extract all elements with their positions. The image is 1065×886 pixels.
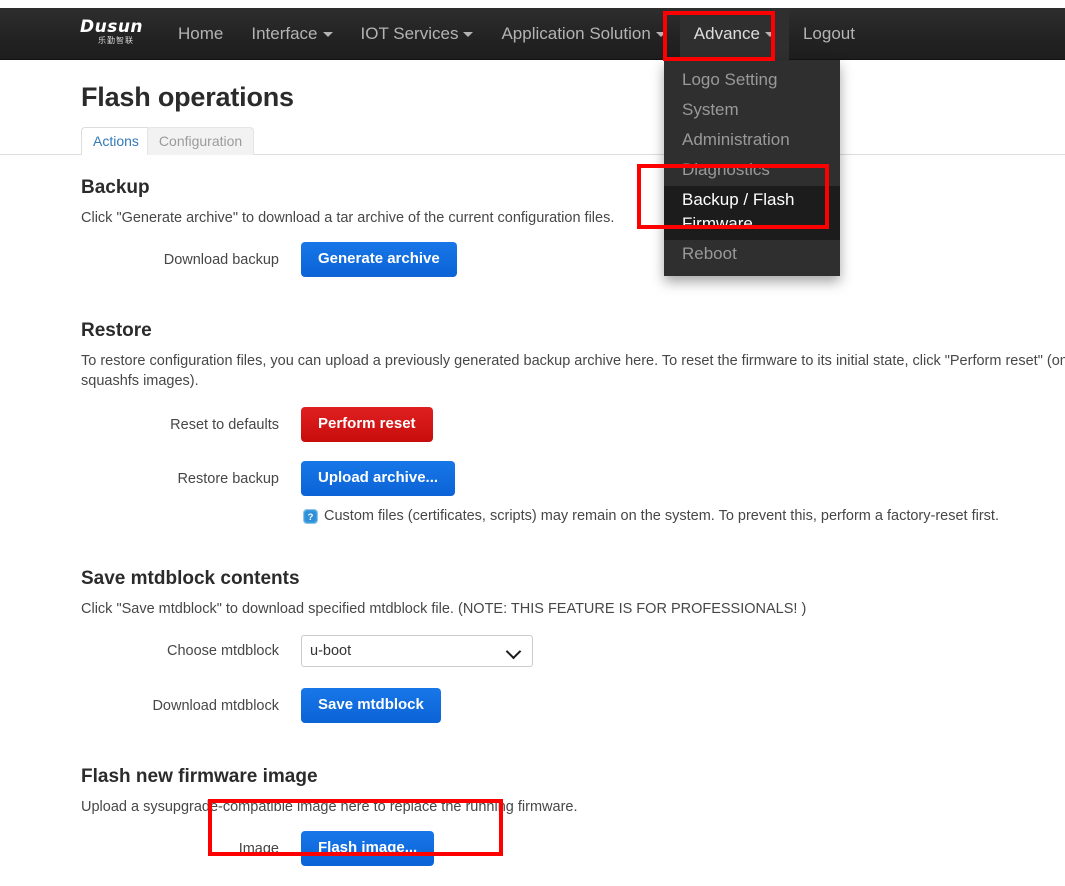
main-navbar: Dusun 乐勤智联 Home Interface IOT Services A…: [0, 7, 1065, 60]
nav-item-interface[interactable]: Interface: [237, 8, 346, 60]
download-backup-label: Download backup: [163, 251, 279, 268]
backup-heading: Backup: [81, 177, 150, 198]
dusun-logo[interactable]: Dusun 乐勤智联: [80, 17, 146, 51]
firmware-description: Upload a sysupgrade-compatible image her…: [81, 799, 578, 815]
dropdown-item-backup-flash-firmware[interactable]: Backup / Flash Firmware: [664, 186, 840, 240]
tab-actions[interactable]: Actions: [81, 127, 151, 155]
firmware-section: Flash new firmware image Upload a sysupg…: [0, 723, 1065, 866]
download-backup-row: Download backup Generate archive: [81, 228, 1065, 277]
svg-text:?: ?: [308, 512, 314, 523]
help-question-icon: ?: [303, 508, 318, 524]
dropdown-item-logo-setting[interactable]: Logo Setting: [664, 66, 840, 96]
restore-backup-row: Restore backup Upload archive...: [81, 442, 1065, 496]
restore-description: To restore configuration files, you can …: [81, 353, 1065, 389]
perform-reset-button[interactable]: Perform reset: [301, 407, 433, 442]
nav-item-label: Home: [178, 23, 224, 43]
restore-backup-label: Restore backup: [177, 470, 279, 487]
download-mtdblock-row: Download mtdblock Save mtdblock: [81, 667, 1065, 723]
restore-help-row: ? Custom files (certificates, scripts) m…: [81, 496, 1065, 524]
image-label: Image: [238, 840, 279, 857]
mtdblock-description: Click "Save mtdblock" to download specif…: [81, 601, 807, 617]
nav-item-label: Advance: [693, 23, 760, 43]
chevron-down-icon: [764, 31, 775, 37]
choose-mtdblock-label: Choose mtdblock: [166, 643, 279, 659]
nav-item-label: Logout: [802, 23, 855, 43]
generate-archive-button[interactable]: Generate archive: [301, 242, 457, 277]
restore-help-text: Custom files (certificates, scripts) may…: [324, 508, 999, 524]
nav-item-label: IOT Services: [360, 23, 459, 43]
chevron-down-icon: [463, 31, 474, 37]
nav-item-advance[interactable]: Advance: [679, 7, 789, 60]
page-title: Flash operations: [81, 82, 294, 112]
page-content: Flash operations Actions Configuration Ba…: [0, 60, 1065, 866]
flash-image-row: Image Flash image...: [81, 817, 1065, 866]
nav-item-application-solution[interactable]: Application Solution: [487, 8, 679, 60]
backup-section: Backup Click "Generate archive" to downl…: [0, 155, 1065, 277]
reset-defaults-row: Reset to defaults Perform reset: [81, 391, 1065, 442]
dropdown-item-system[interactable]: System: [664, 96, 840, 126]
mtdblock-heading: Save mtdblock contents: [81, 568, 300, 589]
reset-to-defaults-label: Reset to defaults: [170, 416, 279, 433]
dropdown-item-diagnostics[interactable]: Diagnostics: [664, 156, 840, 186]
mtdblock-select-wrapper: u-boot: [301, 635, 533, 667]
restore-heading: Restore: [81, 320, 152, 341]
dropdown-item-administration[interactable]: Administration: [664, 126, 840, 156]
chevron-down-icon: [655, 31, 666, 37]
mtdblock-select[interactable]: u-boot: [301, 635, 533, 667]
chevron-down-icon: [322, 31, 333, 37]
tab-bar: Actions Configuration: [0, 127, 1065, 155]
upload-archive-button[interactable]: Upload archive...: [301, 461, 456, 496]
backup-description: Click "Generate archive" to download a t…: [81, 210, 615, 226]
download-mtdblock-label: Download mtdblock: [152, 697, 279, 714]
brand-subtitle: 乐勤智联: [98, 35, 134, 45]
mtdblock-section: Save mtdblock contents Click "Save mtdbl…: [0, 524, 1065, 723]
nav-item-label: Application Solution: [501, 23, 651, 43]
nav-item-logout[interactable]: Logout: [789, 8, 869, 60]
firmware-heading: Flash new firmware image: [81, 766, 318, 787]
brand-name: Dusun: [80, 16, 144, 37]
dropdown-item-reboot[interactable]: Reboot: [664, 240, 840, 270]
tab-configuration[interactable]: Configuration: [146, 127, 255, 155]
advance-dropdown-menu: Logo Setting System Administration Diagn…: [664, 60, 840, 276]
save-mtdblock-button[interactable]: Save mtdblock: [301, 688, 441, 723]
choose-mtdblock-row: Choose mtdblock u-boot: [81, 619, 1065, 667]
nav-item-home[interactable]: Home: [164, 8, 237, 60]
nav-item-label: Interface: [251, 23, 318, 43]
restore-section: Restore To restore configuration files, …: [0, 277, 1065, 524]
nav-item-iot-services[interactable]: IOT Services: [347, 8, 488, 60]
flash-image-button[interactable]: Flash image...: [301, 831, 435, 866]
